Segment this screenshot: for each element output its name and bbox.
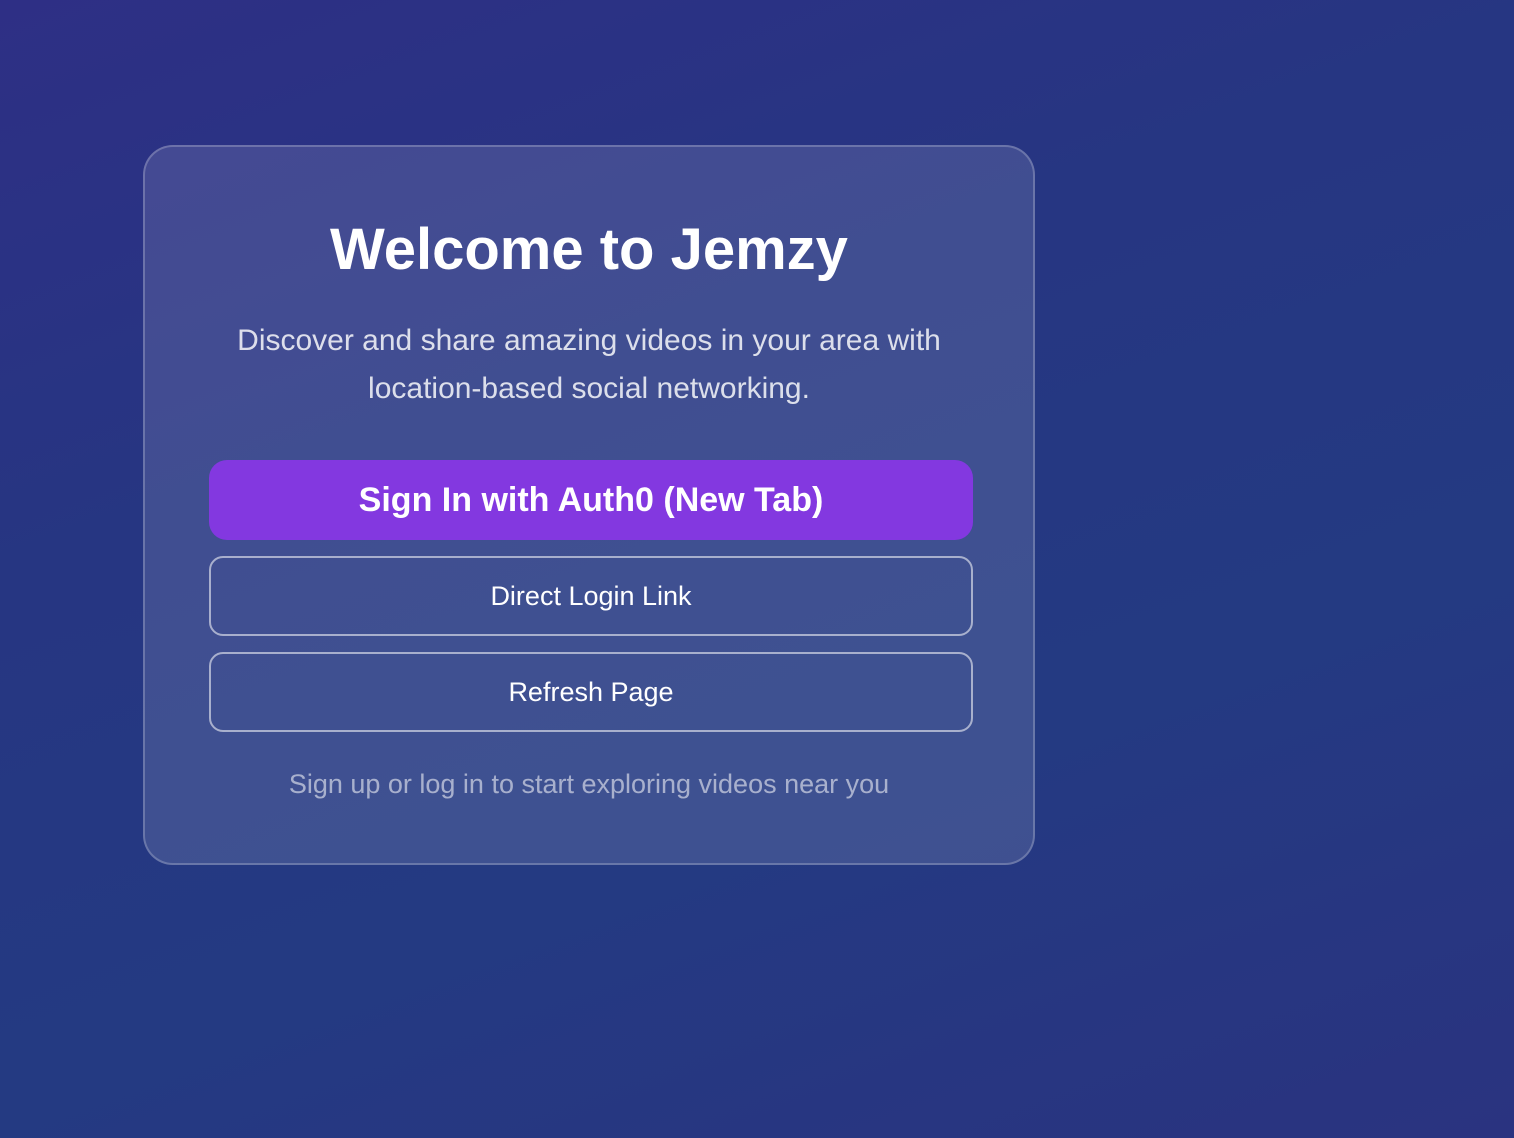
signup-hint: Sign up or log in to start exploring vid… — [288, 769, 890, 799]
login-card: Welcome to Jemzy Discover and share amaz… — [143, 145, 1035, 865]
page-subtitle: Discover and share amazing videos in you… — [237, 324, 941, 405]
direct-login-link-button[interactable]: Direct Login Link — [209, 556, 973, 636]
sign-in-auth0-button[interactable]: Sign In with Auth0 (New Tab) — [209, 460, 973, 540]
refresh-page-button[interactable]: Refresh Page — [209, 652, 973, 732]
page-title: Welcome to Jemzy — [330, 217, 848, 282]
